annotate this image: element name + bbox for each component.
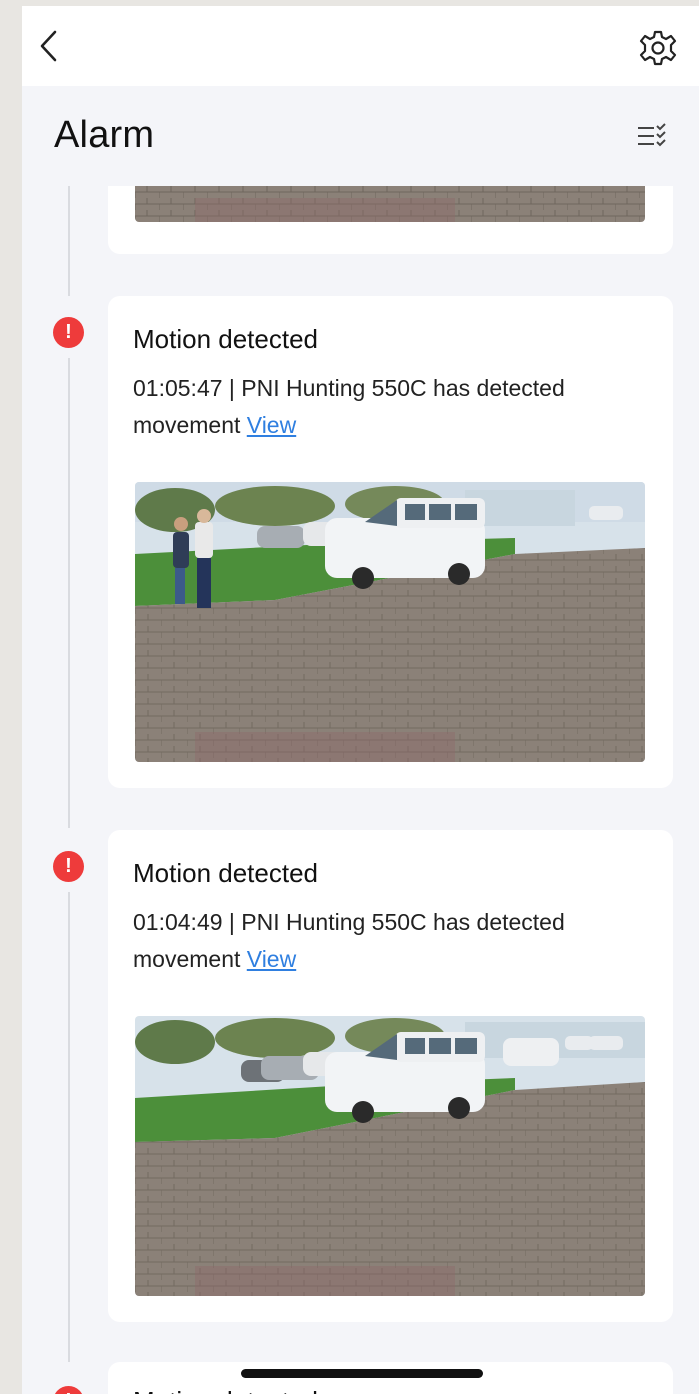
page-title: Alarm: [54, 114, 155, 156]
chevron-left-icon: [40, 30, 57, 62]
alert-icon: !: [53, 851, 84, 882]
list-check-icon: [638, 123, 666, 147]
alert-icon: !: [53, 1386, 84, 1394]
camera-snapshot: [135, 1016, 645, 1296]
event-thumbnail[interactable]: [135, 1016, 645, 1296]
alert-icon: !: [53, 317, 84, 348]
event-card[interactable]: Motion detected: [108, 1362, 673, 1394]
timeline-line: [68, 358, 70, 828]
phone-screen: Alarm ! Motion detected 01:05:47 | PNI H…: [22, 6, 699, 1394]
event-description-text: 01:04:49 | PNI Hunting 550C has detected…: [133, 909, 565, 972]
event-thumbnail[interactable]: [135, 482, 645, 762]
home-indicator[interactable]: [241, 1369, 483, 1378]
back-button[interactable]: [36, 28, 62, 64]
view-link[interactable]: View: [247, 412, 296, 438]
event-card[interactable]: Motion detected 01:04:49 | PNI Hunting 5…: [108, 830, 673, 1322]
settings-button[interactable]: [638, 28, 678, 68]
camera-snapshot: [135, 482, 645, 762]
event-title: Motion detected: [133, 324, 319, 354]
event-title: Motion detected: [133, 858, 319, 888]
gear-icon: [639, 30, 677, 66]
event-description-text: 01:05:47 | PNI Hunting 550C has detected…: [133, 375, 565, 438]
top-bar: [22, 6, 699, 86]
event-title: Motion detected: [133, 1386, 318, 1394]
event-thumbnail[interactable]: [135, 186, 645, 222]
event-card-partial[interactable]: [108, 186, 673, 254]
event-description: 01:04:49 | PNI Hunting 550C has detected…: [133, 904, 633, 978]
view-link[interactable]: View: [247, 946, 296, 972]
timeline-line: [68, 186, 70, 296]
camera-snapshot: [135, 186, 645, 222]
timeline-line: [68, 892, 70, 1362]
event-card[interactable]: Motion detected 01:05:47 | PNI Hunting 5…: [108, 296, 673, 788]
event-description: 01:05:47 | PNI Hunting 550C has detected…: [133, 370, 633, 444]
filter-button[interactable]: [634, 120, 670, 152]
